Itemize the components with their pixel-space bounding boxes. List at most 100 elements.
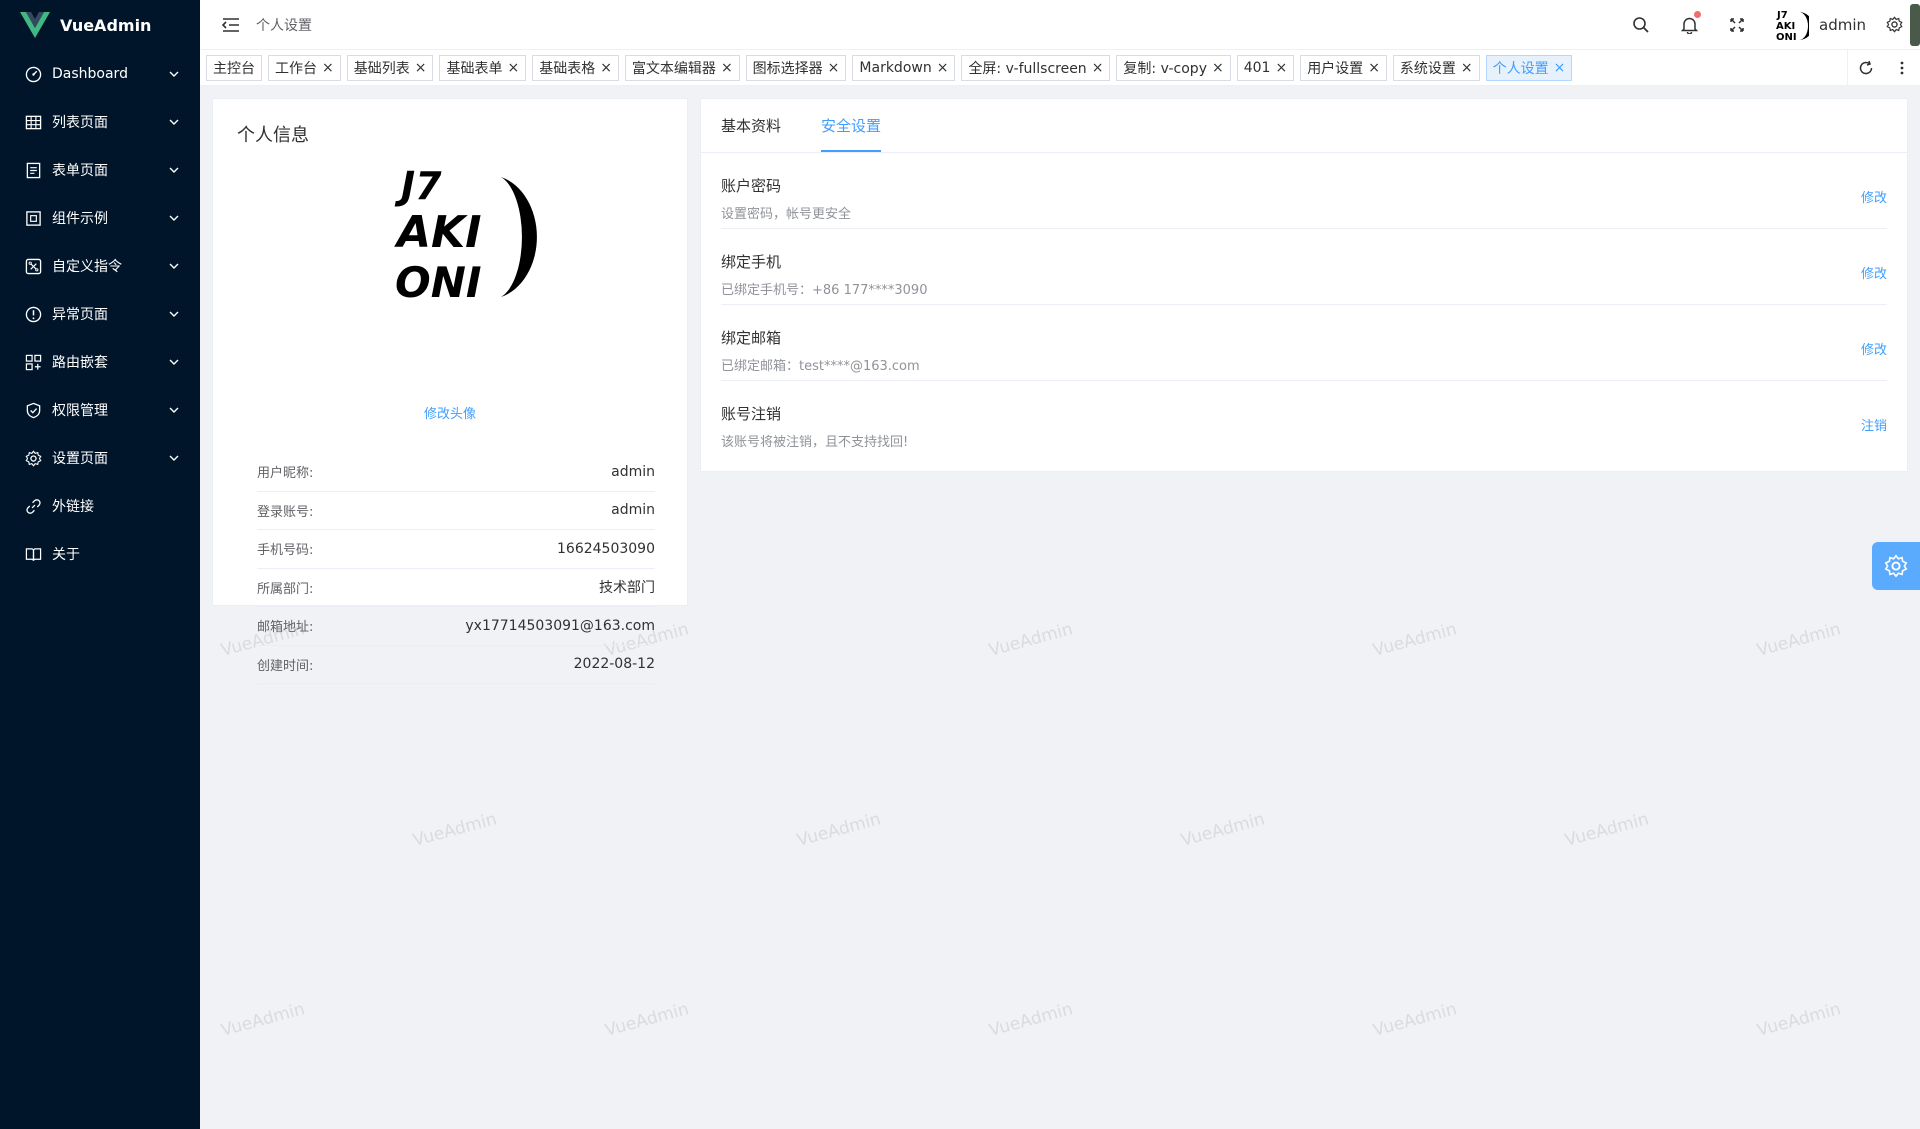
security-item-title: 绑定手机 (721, 253, 782, 271)
security-item-action[interactable]: 修改 (1861, 187, 1887, 206)
close-icon[interactable]: × (1275, 61, 1287, 75)
tag-item[interactable]: Markdown × (852, 54, 956, 81)
form-icon (24, 161, 42, 179)
profile-field-row: 所属部门: 技术部门 (257, 569, 655, 607)
change-avatar-link[interactable]: 修改头像 (213, 403, 687, 422)
profile-field-value: 16624503090 (557, 540, 655, 557)
sidebar-item-4[interactable]: 自定义指令 (0, 242, 200, 290)
close-icon[interactable]: × (1368, 61, 1380, 75)
more-vertical-icon[interactable] (1884, 50, 1920, 86)
tag-item[interactable]: 基础表格 × (532, 54, 619, 81)
profile-field-row: 手机号码: 16624503090 (257, 530, 655, 569)
tag-item[interactable]: 基础表单 × (439, 54, 527, 81)
profile-card: 个人信息 J7 AKI ONI 修改头像 用户昵称: admin 登录账号: admi… (212, 98, 688, 684)
profile-field-label: 用户昵称: (257, 466, 314, 482)
dashboard-icon (24, 65, 42, 83)
big-avatar-line-1: J7 (394, 164, 442, 208)
header-gear-icon[interactable] (1886, 16, 1904, 34)
sidebar-item-8[interactable]: 设置页面 (0, 434, 200, 482)
tag-label: 基础表单 (446, 60, 503, 77)
fullscreen-icon[interactable] (1727, 15, 1747, 35)
close-icon[interactable]: × (1212, 61, 1224, 75)
tag-item[interactable]: 系统设置 × (1392, 54, 1480, 81)
close-icon[interactable]: × (1461, 61, 1473, 75)
close-icon[interactable]: × (937, 61, 949, 75)
security-item-action[interactable]: 修改 (1861, 339, 1887, 358)
breadcrumb[interactable]: 个人设置 (256, 15, 312, 35)
sidebar-item-5[interactable]: 异常页面 (0, 290, 200, 338)
tag-item[interactable]: 富文本编辑器 × (624, 54, 740, 81)
sidebar-item-9[interactable]: 外链接 (0, 482, 200, 530)
sidebar-item-10[interactable]: 关于 (0, 530, 200, 578)
sidebar-item-label: 自定义指令 (52, 259, 122, 275)
close-icon[interactable]: × (1554, 61, 1566, 75)
tag-item[interactable]: 个人设置 × (1485, 54, 1573, 81)
security-item-desc: 已绑定邮箱：test****@163.com (721, 359, 920, 374)
tab-0[interactable]: 基本资料 (721, 98, 781, 152)
tag-item[interactable]: 工作台 × (268, 54, 341, 81)
tab-1[interactable]: 安全设置 (821, 98, 882, 152)
close-icon[interactable]: × (322, 61, 334, 75)
security-item-title: 绑定邮箱 (721, 329, 782, 347)
tag-label: 复制: v-copy (1123, 60, 1207, 77)
header-username[interactable]: admin (1819, 16, 1866, 34)
security-item-title: 账户密码 (721, 177, 782, 195)
theme-settings-button[interactable] (1872, 542, 1920, 590)
security-item-action[interactable]: 注销 (1861, 415, 1887, 434)
tag-item[interactable]: 复制: v-copy × (1116, 54, 1231, 81)
watermark-text: VueAdmin (1370, 619, 1460, 661)
close-icon[interactable]: × (415, 61, 427, 75)
sidebar-item-label: 异常页面 (52, 307, 108, 323)
tag-item[interactable]: 主控台 (206, 54, 262, 81)
refresh-icon[interactable] (1848, 50, 1884, 86)
close-icon[interactable]: × (828, 61, 840, 75)
close-icon[interactable]: × (721, 61, 733, 75)
gear-icon (24, 449, 42, 467)
security-item-action[interactable]: 修改 (1861, 263, 1887, 282)
tag-item[interactable]: 用户设置 × (1300, 54, 1387, 81)
sidebar-item-7[interactable]: 权限管理 (0, 386, 200, 434)
chevron-down-icon (168, 116, 180, 128)
search-icon[interactable] (1631, 15, 1651, 35)
app-logo[interactable]: VueAdmin (0, 0, 200, 50)
tag-label: Markdown (859, 59, 932, 76)
watermark-text: VueAdmin (1754, 999, 1844, 1041)
app-name: VueAdmin (60, 15, 152, 35)
tag-label: 主控台 (213, 60, 255, 77)
profile-field-label: 邮箱地址: (257, 620, 314, 636)
close-icon[interactable]: × (507, 61, 519, 75)
tag-label: 图标选择器 (752, 60, 823, 77)
chevron-down-icon (168, 212, 180, 224)
book-icon (24, 545, 42, 563)
menu-fold-icon[interactable] (220, 14, 242, 36)
sidebar-item-6[interactable]: 路由嵌套 (0, 338, 200, 386)
avatar-line-2: AKI (1776, 21, 1795, 32)
tag-label: 个人设置 (1492, 60, 1549, 77)
security-item-desc: 已绑定手机号：+86 177****3090 (721, 283, 928, 298)
profile-field-row: 邮箱地址: yx17714503091@163.com (257, 607, 655, 646)
tag-label: 基础表格 (539, 60, 596, 77)
tag-item[interactable]: 401 × (1236, 54, 1295, 81)
sidebar-item-1[interactable]: 列表页面 (0, 98, 200, 146)
top-header: 个人设置 J7 AKI ONI admin (200, 0, 1920, 50)
chevron-down-icon (168, 164, 180, 176)
watermark-text: VueAdmin (794, 809, 884, 851)
bell-icon[interactable] (1679, 11, 1701, 35)
sidebar-item-0[interactable]: Dashboard (0, 50, 200, 98)
sidebar-item-3[interactable]: 组件示例 (0, 194, 200, 242)
tag-item[interactable]: 全屏: v-fullscreen × (961, 54, 1111, 81)
tag-item[interactable]: 基础列表 × (346, 54, 434, 81)
chevron-down-icon (168, 260, 180, 272)
profile-field-label: 创建时间: (257, 658, 314, 674)
close-icon[interactable]: × (600, 61, 612, 75)
user-avatar[interactable]: J7 AKI ONI (1775, 8, 1809, 42)
security-list: 账户密码 设置密码，帐号更安全 修改 绑定手机 已绑定手机号：+86 177****30… (701, 153, 1907, 457)
tag-item[interactable]: 图标选择器 × (745, 54, 847, 81)
sidebar-item-2[interactable]: 表单页面 (0, 146, 200, 194)
settings-card: 基本资料 安全设置 账户密码 设置密码，帐号更安全 修改 绑定手机 已绑定手机号：+86 … (700, 98, 1908, 472)
tag-label: 全屏: v-fullscreen (968, 60, 1087, 77)
close-icon[interactable]: × (1092, 61, 1104, 75)
settings-tabs: 基本资料 安全设置 (701, 99, 1907, 153)
watermark-text: VueAdmin (1370, 999, 1460, 1041)
security-item-desc: 设置密码，帐号更安全 (721, 207, 852, 222)
